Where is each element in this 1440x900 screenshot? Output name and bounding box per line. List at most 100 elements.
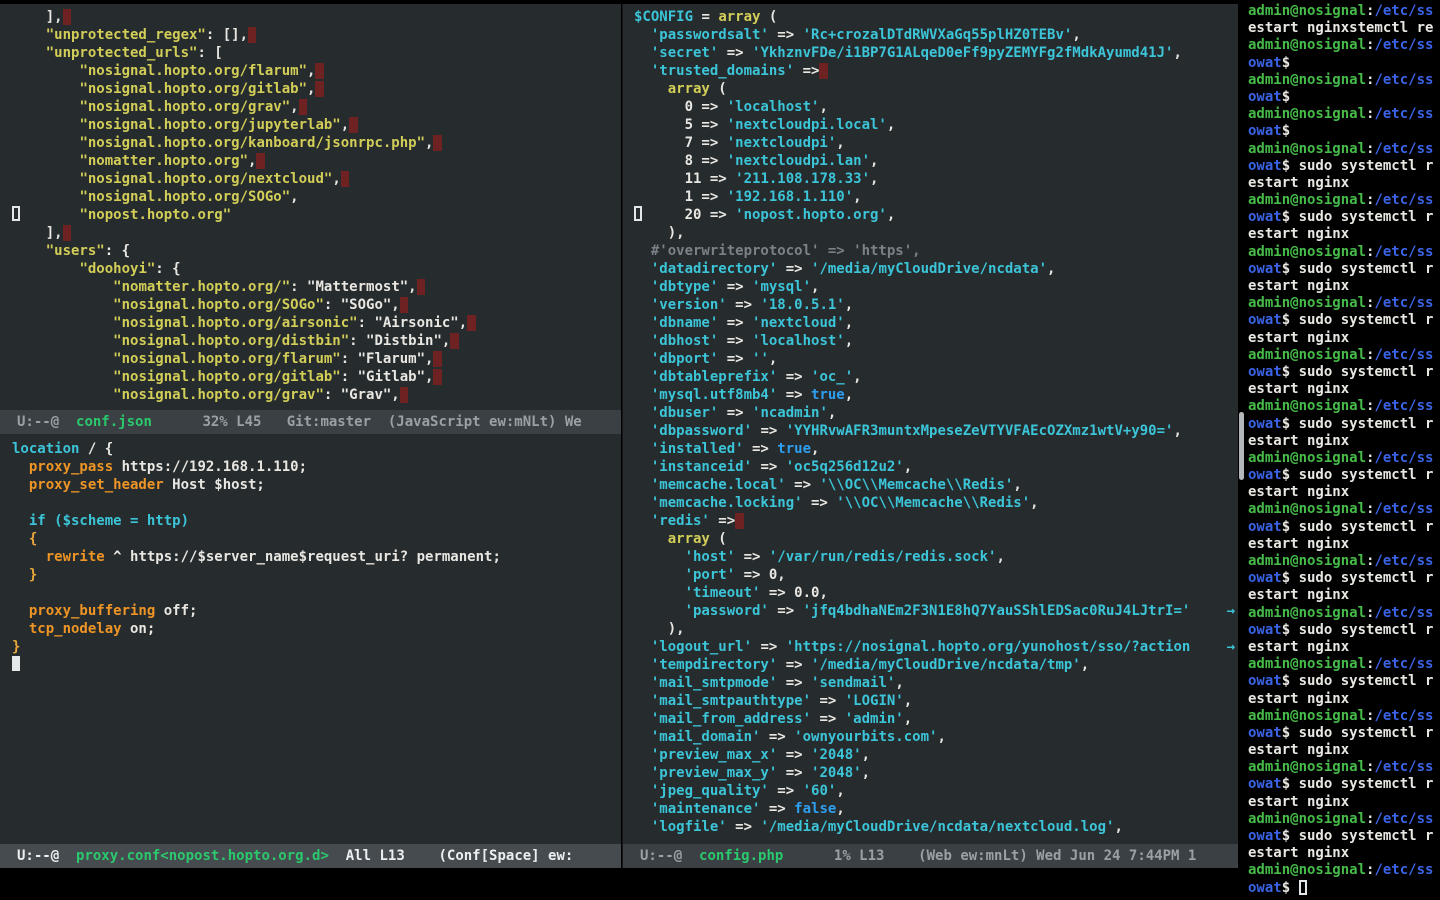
code-segment: "nosignal.hopto.org/airsonic" bbox=[113, 315, 357, 331]
code-segment: off; bbox=[155, 603, 197, 619]
code-segment: owat bbox=[1248, 467, 1282, 483]
code-line: "users": { bbox=[12, 242, 621, 260]
code-segment: estart nginx bbox=[1248, 536, 1349, 552]
code-segment: /etc/ss bbox=[1374, 759, 1433, 775]
code-segment: on; bbox=[122, 621, 156, 637]
code-segment: estart nginx bbox=[1248, 639, 1349, 655]
code-segment: /etc/ss bbox=[1374, 501, 1433, 517]
editor-buffer-config-php[interactable]: $CONFIG = array ( 'passwordsalt' => 'Rc+… bbox=[623, 8, 1239, 836]
code-segment bbox=[12, 45, 46, 61]
code-segment bbox=[12, 513, 29, 529]
code-line: owat$ sudo systemctl r bbox=[1248, 776, 1440, 793]
code-segment: owat bbox=[1248, 828, 1282, 844]
code-line: "nosignal.hopto.org/nextcloud", bbox=[12, 170, 621, 188]
code-line: estart nginx bbox=[1248, 278, 1440, 295]
code-segment: proxy_buffering bbox=[29, 603, 155, 619]
code-segment bbox=[12, 603, 29, 619]
code-segment: , bbox=[1173, 423, 1181, 439]
code-segment: => 0, bbox=[735, 567, 786, 583]
code-segment: estart nginx bbox=[1248, 691, 1349, 707]
code-segment: 20 => bbox=[642, 207, 735, 223]
code-line: admin@nosignal:/etc/ss bbox=[1248, 605, 1440, 622]
code-line: estart nginx bbox=[1248, 587, 1440, 604]
code-segment: : [], bbox=[206, 27, 248, 43]
code-segment: admin@nosignal bbox=[1248, 192, 1366, 208]
code-segment: } bbox=[12, 639, 20, 655]
code-segment: => bbox=[794, 63, 819, 79]
modeline-status: U:--@ bbox=[17, 414, 76, 430]
solid-cursor bbox=[12, 656, 20, 671]
code-segment: '18.0.5.1' bbox=[760, 297, 844, 313]
trailing-whitespace-marker bbox=[433, 351, 441, 367]
code-segment: location bbox=[12, 441, 79, 457]
modeline-info: 1% L13 (Web ew:mnLt) Wed Jun 24 7:44PM 1 bbox=[783, 848, 1196, 864]
code-segment: #'overwriteprotocol' => 'https', bbox=[634, 243, 921, 259]
code-segment: owat bbox=[1248, 880, 1282, 896]
code-segment: => bbox=[718, 333, 752, 349]
code-segment: "nosignal.hopto.org/flarum" bbox=[79, 63, 307, 79]
code-segment: , bbox=[836, 783, 844, 799]
code-line: 'logout_url' => 'https://nosignal.hopto.… bbox=[634, 638, 1239, 656]
code-segment: 7 => bbox=[634, 135, 727, 151]
code-segment: 1 => bbox=[634, 189, 727, 205]
code-segment bbox=[12, 261, 79, 277]
modeline-proxy-conf: U:--@ proxy.conf<nopost.hopto.org.d> All… bbox=[0, 844, 621, 868]
code-line: admin@nosignal:/etc/ss bbox=[1248, 37, 1440, 54]
code-segment: 'dbhost' bbox=[651, 333, 718, 349]
code-segment: /etc/ss bbox=[1374, 295, 1433, 311]
terminal-pane[interactable]: admin@nosignal:/etc/ssestart nginxstemct… bbox=[1238, 0, 1440, 900]
code-segment: 'admin' bbox=[845, 711, 904, 727]
code-segment: owat bbox=[1248, 416, 1282, 432]
code-segment: => bbox=[718, 315, 752, 331]
code-segment: owat bbox=[1248, 673, 1282, 689]
terminal-scrollbar[interactable] bbox=[1239, 412, 1244, 480]
code-line: "nosignal.hopto.org/SOGo", bbox=[12, 188, 621, 206]
code-line: 11 => '211.108.178.33', bbox=[634, 170, 1239, 188]
code-segment: , bbox=[811, 441, 819, 457]
code-line: estart nginx bbox=[1248, 433, 1440, 450]
editor-buffer-proxy-conf[interactable]: location / { proxy_pass https://192.168.… bbox=[0, 440, 621, 674]
code-segment bbox=[634, 747, 651, 763]
code-segment: '2048' bbox=[811, 765, 862, 781]
code-line: estart nginx bbox=[1248, 845, 1440, 862]
trailing-whitespace-marker bbox=[341, 171, 349, 187]
trailing-whitespace-marker bbox=[433, 135, 441, 151]
code-segment: 'localhost' bbox=[727, 99, 820, 115]
code-segment bbox=[12, 243, 46, 259]
code-line: estart nginx bbox=[1248, 226, 1440, 243]
code-segment: $ bbox=[1282, 123, 1290, 139]
code-line: 'mail_domain' => 'ownyourbits.com', bbox=[634, 728, 1239, 746]
code-line: 7 => 'nextcloudpi', bbox=[634, 134, 1239, 152]
code-segment: 'password' bbox=[685, 603, 769, 619]
code-segment: owat bbox=[1248, 725, 1282, 741]
code-segment bbox=[12, 549, 46, 565]
code-segment: /etc/ss bbox=[1374, 862, 1433, 878]
code-segment: '/media/myCloudDrive/ncdata' bbox=[811, 261, 1047, 277]
line-wrap-arrow-icon: → bbox=[1227, 638, 1235, 656]
code-segment: , bbox=[887, 117, 895, 133]
trailing-whitespace-marker bbox=[467, 315, 475, 331]
code-line: admin@nosignal:/etc/ss bbox=[1248, 192, 1440, 209]
trailing-whitespace-marker bbox=[735, 513, 743, 529]
code-segment: 'nextcloudpi' bbox=[727, 135, 837, 151]
code-segment: admin@nosignal bbox=[1248, 656, 1366, 672]
code-line: 'jpeg_quality' => '60', bbox=[634, 782, 1239, 800]
code-segment: "nomatter.hopto.org/" bbox=[113, 279, 290, 295]
editor-buffer-conf-json[interactable]: ], "unprotected_regex": [], "unprotected… bbox=[0, 8, 621, 404]
code-segment: admin@nosignal bbox=[1248, 37, 1366, 53]
code-line: "nosignal.hopto.org/gitlab": "Gitlab", bbox=[12, 368, 621, 386]
code-segment: 'mail_smtpmode' bbox=[651, 675, 777, 691]
trailing-whitespace-marker bbox=[433, 369, 441, 385]
code-segment: : { bbox=[105, 243, 130, 259]
code-segment bbox=[12, 135, 79, 151]
code-segment: 'dbtableprefix' bbox=[651, 369, 777, 385]
code-segment: '2048' bbox=[811, 747, 862, 763]
code-segment: 'maintenance' bbox=[651, 801, 761, 817]
code-line: 'memcache.locking' => '\\OC\\Memcache\\R… bbox=[634, 494, 1239, 512]
code-segment: => bbox=[786, 477, 820, 493]
code-line: admin@nosignal:/etc/ss bbox=[1248, 450, 1440, 467]
code-segment: '192.168.1.110' bbox=[727, 189, 853, 205]
code-segment bbox=[12, 621, 29, 637]
code-line: } bbox=[12, 638, 621, 656]
code-line: 'port' => 0, bbox=[634, 566, 1239, 584]
